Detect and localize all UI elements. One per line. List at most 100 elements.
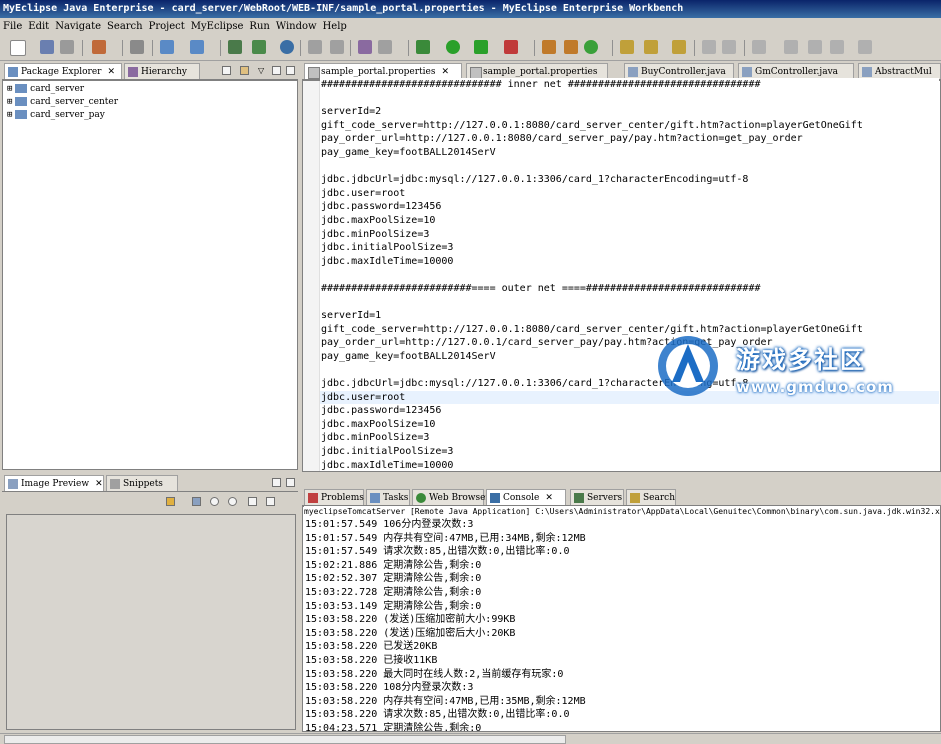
tab-servers[interactable]: Servers [570, 489, 624, 505]
tab-hierarchy[interactable]: Hierarchy [124, 63, 200, 79]
tab-snippets[interactable]: Snippets [106, 475, 178, 491]
tab-problems[interactable]: Problems [304, 489, 364, 505]
print-icon[interactable] [60, 40, 74, 54]
tab-problems-label: Problems [321, 493, 364, 503]
server-icon[interactable] [252, 40, 266, 54]
new-icon[interactable] [10, 40, 26, 56]
editor-line: gift_code_server=http://127.0.0.1:8080/c… [321, 119, 863, 131]
open-type-icon[interactable] [130, 40, 144, 54]
menu-file[interactable]: File [0, 19, 25, 35]
browser-icon[interactable] [280, 40, 294, 54]
fit-icon[interactable] [192, 497, 201, 506]
pencil-icon[interactable] [644, 40, 658, 54]
deploy-icon[interactable] [228, 40, 242, 54]
refresh-preview-icon[interactable] [166, 497, 175, 506]
menu-help[interactable]: Help [320, 19, 350, 35]
folder-icon[interactable] [308, 40, 322, 54]
annotation2-icon[interactable] [784, 40, 798, 54]
wizard-icon[interactable] [160, 40, 174, 54]
menu-window[interactable]: Window [273, 19, 320, 35]
external-tools-icon[interactable] [504, 40, 518, 54]
settings-icon[interactable] [378, 40, 392, 54]
run-icon[interactable] [446, 40, 460, 54]
back-icon[interactable] [830, 40, 844, 54]
editor-tab-label: GmController.java [755, 67, 839, 77]
close-icon[interactable]: ✕ [107, 67, 115, 77]
maximize-icon[interactable] [286, 66, 295, 75]
menu-navigate[interactable]: Navigate [52, 19, 104, 35]
page-icon[interactable] [702, 40, 716, 54]
annotation-icon[interactable] [752, 40, 766, 54]
last-edit-icon[interactable] [808, 40, 822, 54]
tree-item-card-server-pay[interactable]: ⊞ card_server_pay [7, 109, 118, 122]
menu-myeclipse[interactable]: MyEclipse [188, 19, 247, 35]
menu-search[interactable]: Search [104, 19, 146, 35]
tab-tasks[interactable]: Tasks [366, 489, 410, 505]
close-icon[interactable]: ✕ [442, 67, 450, 77]
editor-tab-gmcontroller[interactable]: GmController.java [738, 63, 854, 79]
tab-package-explorer[interactable]: Package Explorer ✕ [4, 63, 122, 79]
editor-tab-sample-portal[interactable]: sample_portal.properties [466, 63, 608, 79]
view-menu-icon[interactable]: ▽ [258, 66, 267, 75]
editor-tab-abstractmul[interactable]: AbstractMul [858, 63, 941, 79]
globe-icon [416, 493, 426, 503]
run-config-icon[interactable] [474, 40, 488, 54]
close-icon[interactable]: ✕ [545, 493, 553, 503]
editor-line: jdbc.initialPoolSize=3 [321, 446, 454, 458]
new-class-icon[interactable] [542, 40, 556, 54]
open-folder-icon[interactable] [620, 40, 634, 54]
editor-tab-buycontroller[interactable]: BuyController.java [624, 63, 734, 79]
zoom-in-icon[interactable] [228, 497, 237, 506]
zoom-out-icon[interactable] [210, 497, 219, 506]
tab-search[interactable]: Search [626, 489, 676, 505]
db-icon[interactable] [358, 40, 372, 54]
actual-size-icon[interactable] [248, 497, 257, 506]
java-file-icon [742, 67, 752, 77]
tab-console[interactable]: Console ✕ [486, 489, 566, 505]
console-line: 15:03:22.728 定期清除公告,剩余:0 [305, 586, 482, 598]
hierarchy-icon [128, 67, 138, 77]
save-icon[interactable] [40, 40, 54, 54]
tab-search-label: Search [643, 493, 675, 503]
bookmark-icon[interactable] [672, 40, 686, 54]
problems-icon [308, 493, 318, 503]
console-line: 15:04:23.571 定期清除公告,剩余:0 [305, 722, 482, 731]
new-interface-icon[interactable] [584, 40, 598, 54]
console-line: 15:03:58.220 (发送)压缩加密前大小:99KB [305, 614, 516, 626]
new-package-icon[interactable] [564, 40, 578, 54]
console-output[interactable]: 15:01:57.549 106分内登录次数:3 15:01:57.549 内存共… [304, 518, 940, 731]
wizard2-icon[interactable] [190, 40, 204, 54]
left-tab-row: Package Explorer ✕ Hierarchy ▽ [2, 62, 298, 80]
page2-icon[interactable] [722, 40, 736, 54]
new-project-icon[interactable] [92, 40, 106, 54]
zoom-fit-icon[interactable] [266, 497, 275, 506]
preview-tab-row: Image Preview ✕ Snippets [2, 474, 298, 492]
editor-tab-sample-portal-active[interactable]: sample_portal.properties ✕ [304, 63, 462, 79]
tree-item-card-server-center[interactable]: ⊞ card_server_center [7, 96, 118, 109]
minimize-icon[interactable] [272, 66, 281, 75]
menu-run[interactable]: Run [246, 19, 272, 35]
menu-bar: File Edit Navigate Search Project MyEclipse Ru… [0, 19, 941, 35]
menu-project[interactable]: Project [146, 19, 188, 35]
refresh-icon[interactable] [330, 40, 344, 54]
tab-package-explorer-label: Package Explorer [21, 67, 102, 77]
editor-text[interactable]: ############################## inner net… [320, 78, 939, 470]
close-icon[interactable]: ✕ [95, 479, 103, 489]
maximize-icon[interactable] [286, 478, 295, 487]
tab-image-preview[interactable]: Image Preview ✕ [4, 475, 104, 491]
tab-image-preview-label: Image Preview [21, 479, 90, 489]
minimize-icon[interactable] [272, 478, 281, 487]
tab-web-browser[interactable]: Web Browser [412, 489, 490, 505]
editor-line: #########################==== outer net … [321, 282, 761, 294]
link-editor-icon[interactable] [240, 66, 249, 75]
tree-item-card-server[interactable]: ⊞ card_server [7, 83, 118, 96]
menu-edit[interactable]: Edit [25, 19, 52, 35]
tab-console-label: Console [503, 493, 540, 503]
forward-icon[interactable] [858, 40, 872, 54]
debug-icon[interactable] [416, 40, 430, 54]
console-line: 15:03:53.149 定期清除公告,剩余:0 [305, 600, 482, 612]
status-bar [0, 733, 941, 744]
collapse-all-icon[interactable] [222, 66, 231, 75]
editor-tab-label: sample_portal.properties [321, 67, 436, 77]
